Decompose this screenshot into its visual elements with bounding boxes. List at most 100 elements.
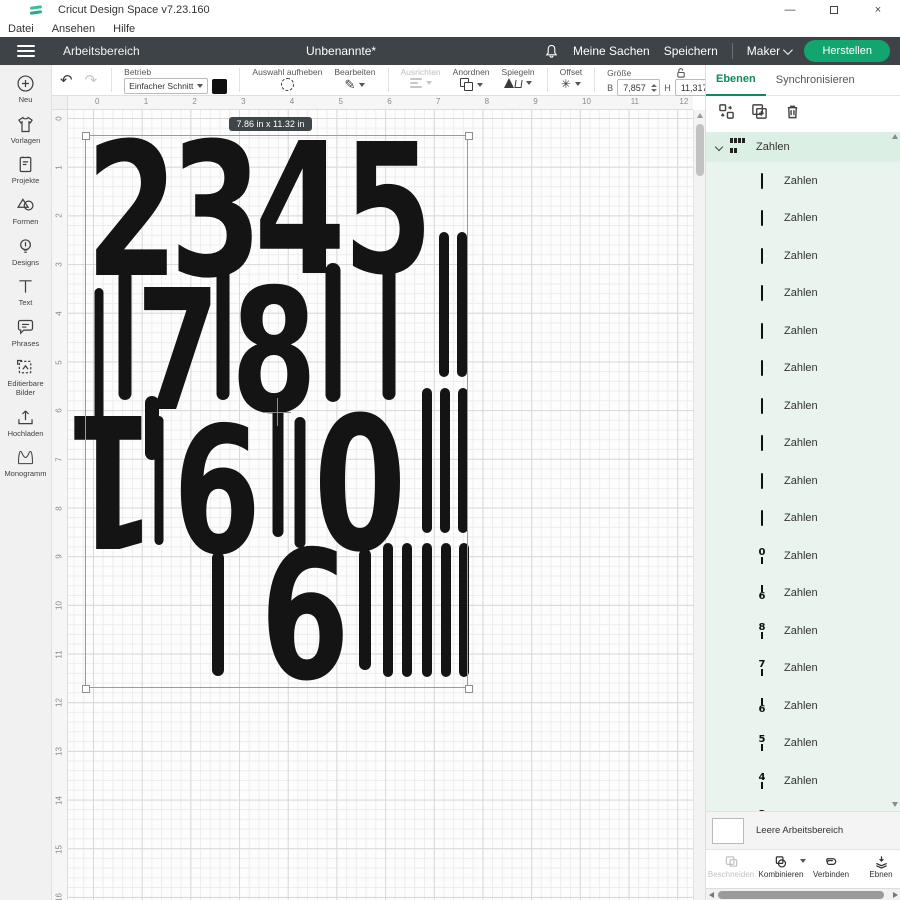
attach-icon — [824, 855, 839, 869]
arrange-icon[interactable] — [460, 78, 473, 91]
deselect-icon[interactable] — [281, 78, 294, 91]
machine-selector[interactable]: Maker — [747, 44, 791, 58]
action-ebnen[interactable]: Ebnen — [856, 855, 900, 879]
list-scroll-up-arrow[interactable] — [892, 134, 898, 139]
scroll-left-arrow[interactable] — [709, 892, 714, 898]
offset-icon[interactable]: ✳ — [561, 78, 571, 90]
sidebar-item-formen[interactable]: Formen — [0, 195, 52, 227]
ruler-v-number: 14 — [55, 795, 64, 805]
sidebar-item-neu[interactable]: Neu — [0, 73, 52, 105]
menu-hilfe[interactable]: Hilfe — [113, 23, 135, 35]
sidebar-item-text[interactable]: Text — [0, 276, 52, 308]
ruler-h-number: 12 — [679, 97, 688, 106]
align-icon[interactable] — [410, 78, 422, 88]
hamburger-menu-icon[interactable] — [17, 45, 35, 57]
tab-synchronisieren[interactable]: Synchronisieren — [766, 65, 865, 96]
pencil-icon[interactable]: ✎ — [344, 78, 355, 91]
tab-ebenen[interactable]: Ebenen — [706, 65, 766, 96]
layer-row[interactable]: Zahlen — [706, 237, 900, 275]
scrollbar-thumb[interactable] — [696, 124, 704, 176]
layer-row[interactable]: 7Zahlen — [706, 650, 900, 688]
document-title[interactable]: Unbenannte* — [306, 44, 376, 58]
layer-label: Zahlen — [784, 775, 818, 787]
layer-thumbnail-bar — [754, 510, 770, 526]
ruler-h-number: 10 — [582, 97, 591, 106]
scroll-right-arrow[interactable] — [893, 892, 898, 898]
layer-thumbnail-digit: 7 — [754, 660, 770, 676]
layer-label: Zahlen — [784, 512, 818, 524]
sidebar-item-hochladen[interactable]: Hochladen — [0, 407, 52, 439]
delete-icon[interactable] — [784, 103, 801, 125]
sidebar-item-projekte[interactable]: Projekte — [0, 154, 52, 186]
empty-workspace-row[interactable]: Leere Arbeitsbereich — [706, 811, 900, 849]
layer-thumbnail-digit: 8 — [754, 623, 770, 639]
selection-handle[interactable] — [465, 132, 473, 140]
scrollbar-thumb[interactable] — [718, 891, 884, 899]
layer-thumbnail-bar — [754, 435, 770, 451]
undo-icon[interactable]: ↶ — [60, 73, 73, 88]
duplicate-icon[interactable] — [751, 103, 768, 125]
layer-row[interactable]: Zahlen — [706, 275, 900, 313]
layer-row[interactable]: Zahlen — [706, 500, 900, 538]
header-divider — [732, 43, 733, 59]
close-button[interactable]: × — [856, 0, 900, 20]
ruler-v-number: 4 — [55, 308, 64, 318]
minimize-button[interactable]: — — [768, 0, 812, 20]
make-it-button[interactable]: Herstellen — [804, 40, 890, 62]
menu-ansehen[interactable]: Ansehen — [52, 23, 95, 35]
scroll-up-arrow[interactable] — [697, 113, 703, 118]
sidebar-item-editierbare-bilder[interactable]: Editierbare Bilder — [0, 357, 52, 397]
layer-group-row[interactable]: Zahlen — [706, 132, 900, 162]
layer-row[interactable]: Zahlen — [706, 425, 900, 463]
selection-handle[interactable] — [82, 685, 90, 693]
width-field[interactable]: 7,857 — [617, 79, 660, 96]
sidebar-item-designs[interactable]: Designs — [0, 236, 52, 268]
ruler-v-number: 5 — [55, 357, 64, 367]
canvas-vertical-scrollbar[interactable] — [693, 110, 705, 900]
layer-label: Zahlen — [784, 362, 818, 374]
group-icon[interactable] — [718, 103, 735, 125]
layer-row[interactable]: 3Zahlen — [706, 800, 900, 812]
save-link[interactable]: Speichern — [664, 44, 718, 58]
action-verbinden[interactable]: Verbinden — [806, 855, 856, 879]
layer-label: Zahlen — [784, 550, 818, 562]
layer-row[interactable]: Zahlen — [706, 350, 900, 388]
my-stuff-link[interactable]: Meine Sachen — [573, 44, 650, 58]
layer-row[interactable]: Zahlen — [706, 387, 900, 425]
selection-handle[interactable] — [82, 132, 90, 140]
layer-row[interactable]: Zahlen — [706, 312, 900, 350]
action-kombinieren[interactable]: Kombinieren — [756, 855, 806, 879]
layer-row[interactable]: 6Zahlen — [706, 687, 900, 725]
lock-open-icon[interactable] — [676, 67, 687, 78]
redo-icon[interactable]: ↷ — [85, 73, 98, 88]
blank-canvas-swatch[interactable] — [712, 818, 744, 844]
mirror-icon[interactable] — [504, 78, 522, 88]
notifications-bell-icon[interactable] — [544, 43, 559, 59]
layer-thumbnail-bar — [754, 248, 770, 264]
list-scroll-down-arrow[interactable] — [892, 802, 898, 807]
layer-row[interactable]: 4Zahlen — [706, 762, 900, 800]
sidebar-item-label: Hochladen — [8, 430, 44, 439]
sidebar-item-phrases[interactable]: Phrases — [0, 317, 52, 349]
layer-row[interactable]: Zahlen — [706, 200, 900, 238]
design-canvas[interactable]: 2345781606 7.86 in x 11.32 in — [68, 110, 693, 900]
layer-row[interactable]: 0Zahlen — [706, 537, 900, 575]
sidebar-item-monogramm[interactable]: Monogramm — [0, 447, 52, 479]
sidebar-item-vorlagen[interactable]: Vorlagen — [0, 114, 52, 146]
layer-row[interactable]: Zahlen — [706, 462, 900, 500]
layer-row[interactable]: 5Zahlen — [706, 725, 900, 763]
color-swatch[interactable] — [212, 79, 227, 94]
ruler-v-number: 10 — [55, 601, 64, 611]
layer-thumbnail-bar — [754, 323, 770, 339]
chevron-down-icon[interactable] — [715, 143, 723, 151]
panel-horizontal-scrollbar[interactable] — [706, 888, 900, 900]
layer-row[interactable]: 8Zahlen — [706, 612, 900, 650]
layer-row[interactable]: 6Zahlen — [706, 575, 900, 613]
menu-datei[interactable]: Datei — [8, 23, 34, 35]
selection-handle[interactable] — [465, 685, 473, 693]
layer-row[interactable]: Zahlen — [706, 162, 900, 200]
ruler-corner — [52, 96, 68, 110]
maximize-button[interactable] — [812, 0, 856, 20]
operation-dropdown[interactable]: Einfacher Schnitt — [124, 78, 208, 94]
width-stepper[interactable] — [651, 83, 657, 93]
